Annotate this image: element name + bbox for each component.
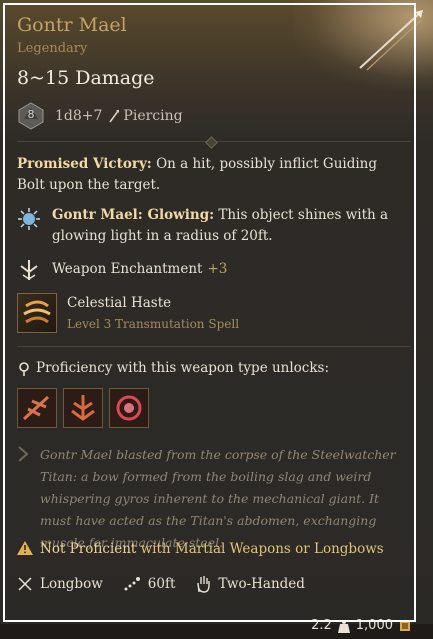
weapon-traits: Longbow 60ft Two-Handed [17, 575, 325, 593]
enchantment-value: +3 [207, 261, 228, 277]
damage-range: 8~15 Damage [17, 67, 155, 89]
item-weight: 2.2 [311, 618, 332, 633]
section-divider [17, 346, 411, 347]
proficiency-heading: Proficiency with this weapon type unlock… [36, 360, 330, 376]
trait-weapon-type: Longbow [17, 576, 103, 592]
spell-subtitle: Level 3 Transmutation Spell [67, 317, 240, 331]
weapon-type: Longbow [40, 576, 103, 592]
arrow-icon [359, 10, 423, 71]
weapon-range: 60ft [147, 576, 176, 592]
item-value: 1,000 [355, 618, 393, 633]
mobile-shot-icon[interactable] [109, 388, 149, 428]
item-footer: 2.2 1,000 [311, 618, 411, 633]
gold-icon [400, 620, 410, 631]
weapon-handedness: Two-Handed [218, 576, 305, 592]
piercing-shot-icon[interactable] [17, 388, 57, 428]
not-proficient-label: Not Proficient [40, 541, 137, 557]
section-divider [17, 136, 411, 149]
item-tooltip: Gontr Mael Legendary 8~15 Damage 8 1d8+7… [0, 0, 433, 639]
passive-promised-victory: Promised Victory: On a hit, possibly inf… [17, 154, 397, 196]
item-name: Gontr Mael [17, 14, 127, 36]
passive-glowing: Gontr Mael: Glowing: This object shines … [52, 205, 412, 247]
hand-icon [197, 576, 211, 593]
trait-range: 60ft [123, 576, 176, 592]
lore-text: Gontr Mael blasted from the corpse of th… [40, 447, 396, 550]
weight-icon [337, 619, 350, 633]
range-icon [124, 577, 140, 591]
dice-row: 8 1d8+7 Piercing [17, 101, 183, 131]
enchantment-label: Weapon Enchantment [52, 261, 203, 277]
celestial-haste-icon[interactable] [17, 293, 57, 333]
spell-name: Celestial Haste [67, 295, 172, 311]
warning-icon [17, 541, 33, 555]
glowing-name: Gontr Mael: Glowing: [52, 207, 215, 223]
weapon-enchantment: Weapon Enchantment +3 [52, 261, 227, 277]
glowing-icon [18, 208, 40, 230]
brace-ranged-icon[interactable] [63, 388, 103, 428]
piercing-icon [109, 110, 120, 123]
proficiency-warning: Not Proficient with Martial Weapons or L… [40, 541, 384, 557]
proficiency-actions [17, 388, 149, 428]
dice-roll: 1d8+7 [55, 108, 103, 124]
crossed-weapons-icon [18, 577, 32, 591]
weapon-enchantment-icon [20, 260, 38, 280]
trait-handedness: Two-Handed [195, 575, 305, 593]
warning-text: with Martial Weapons or Longbows [136, 541, 384, 557]
passive-name: Promised Victory: [17, 156, 152, 172]
item-rarity: Legendary [17, 41, 88, 56]
lore-icon [18, 446, 29, 462]
d8-icon: 8 [17, 102, 45, 130]
damage-type: Piercing [123, 108, 183, 124]
die-label: 8 [27, 108, 35, 121]
proficiency-icon [19, 362, 29, 376]
